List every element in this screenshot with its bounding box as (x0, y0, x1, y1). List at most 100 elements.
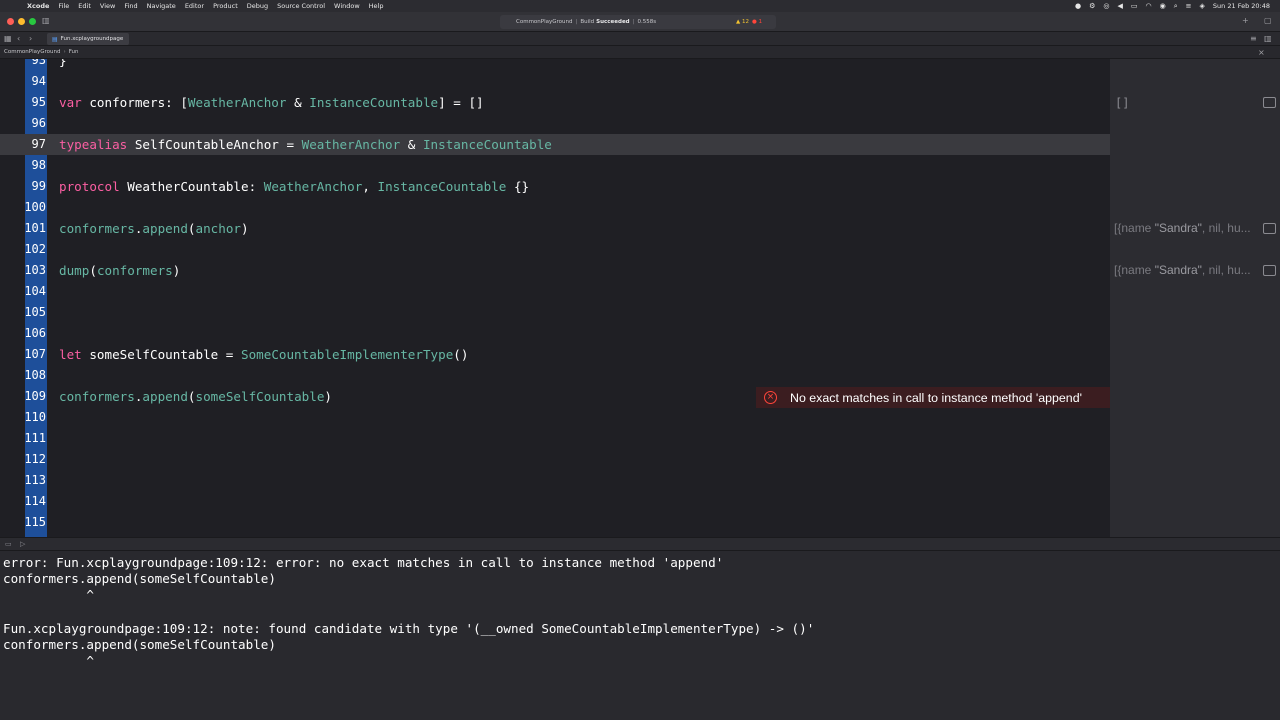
menu-editor[interactable]: Editor (185, 2, 204, 10)
tab-label: Fun.xcplaygroundpage (60, 36, 124, 42)
console-line: conformers.append(someSelfCountable) (3, 637, 276, 652)
split-editor-icon[interactable]: ▥ (1264, 34, 1272, 43)
user-icon[interactable]: ◉ (1160, 2, 1166, 10)
error-badge[interactable]: ● 1 (752, 19, 762, 25)
playground-file-icon: ▤ (52, 35, 58, 43)
at-icon[interactable]: ◎ (1103, 2, 1109, 10)
code-line: 104 (24, 284, 46, 298)
siri-icon[interactable]: ◈ (1200, 2, 1205, 10)
close-window-button[interactable] (7, 18, 14, 25)
code-line: 102 (24, 242, 46, 256)
code-line: 95 var conformers: [WeatherAnchor & Inst… (0, 92, 1110, 113)
menu-help[interactable]: Help (369, 2, 384, 10)
volume-icon[interactable]: ◀ (1118, 2, 1123, 10)
console-line: ^ (3, 587, 94, 602)
error-count: 1 (758, 19, 763, 25)
menubar-clock[interactable]: Sun 21 Feb 20:48 (1213, 2, 1270, 10)
menu-app[interactable]: Xcode (27, 2, 49, 10)
code-text: let someSelfCountable = SomeCountableImp… (59, 347, 469, 362)
wifi-icon[interactable]: ◠ (1146, 2, 1152, 10)
run-icon[interactable]: ▷ (20, 540, 25, 548)
code-line-current: 97 typealias SelfCountableAnchor = Weath… (0, 134, 1110, 155)
menu-edit[interactable]: Edit (78, 2, 91, 10)
hide-console-icon[interactable]: ▭ (5, 540, 12, 548)
result-line-101[interactable]: [{name "Sandra", nil, hu... (1114, 221, 1251, 235)
jump-bar: CommonPlayGround › Fun × (0, 46, 1280, 59)
settings-icon[interactable]: ⚙ (1089, 2, 1095, 10)
menu-view[interactable]: View (100, 2, 115, 10)
console-output[interactable]: error: Fun.xcplaygroundpage:109:12: erro… (0, 551, 1280, 720)
search-icon[interactable]: ⌕ (1174, 2, 1178, 11)
code-line: 99 protocol WeatherCountable: WeatherAnc… (0, 176, 1110, 197)
code-line: 108 (24, 368, 46, 382)
build-status: Succeeded (596, 19, 630, 25)
code-line: 101 conformers.append(anchor) (0, 218, 1110, 239)
menu-product[interactable]: Product (213, 2, 238, 10)
inline-error-message: No exact matches in call to instance met… (790, 390, 1082, 405)
code-text: typealias SelfCountableAnchor = WeatherA… (59, 137, 552, 152)
breadcrumb-page[interactable]: Fun (69, 49, 79, 55)
menu-file[interactable]: File (58, 2, 69, 10)
code-text: conformers.append(anchor) (59, 221, 249, 236)
menu-bar: Xcode File Edit View Find Navigate Edito… (0, 0, 1280, 12)
code-text: protocol WeatherCountable: WeatherAnchor… (59, 179, 530, 194)
menu-window[interactable]: Window (334, 2, 360, 10)
code-line: 112 (24, 452, 46, 466)
code-line: 107 let someSelfCountable = SomeCountabl… (0, 344, 1110, 365)
debug-bar: ▭ ▷ (0, 537, 1280, 551)
minimize-window-button[interactable] (18, 18, 25, 25)
plus-icon[interactable]: + (1242, 16, 1249, 25)
console-line: error: Fun.xcplaygroundpage:109:12: erro… (3, 555, 724, 570)
tab-fun-playground[interactable]: ▤ Fun.xcplaygroundpage (47, 33, 129, 45)
inline-error-banner[interactable]: × No exact matches in call to instance m… (756, 387, 1110, 408)
project-name: CommonPlayGround (516, 19, 573, 25)
battery-icon[interactable]: ▭ (1131, 2, 1138, 10)
activity-viewer[interactable]: CommonPlayGround | Build Succeeded | 0.5… (500, 15, 776, 29)
warning-badge[interactable]: ▲ 12 (736, 19, 749, 25)
result-empty-array: [] (1115, 96, 1130, 110)
menu-debug[interactable]: Debug (247, 2, 268, 10)
sidebar-icon[interactable]: ▥ (42, 16, 50, 25)
source-editor[interactable]: 93 } 94 95 var conformers: [WeatherAncho… (0, 59, 1110, 537)
xcode-window: Xcode File Edit View Find Navigate Edito… (0, 0, 1280, 720)
menu-source-control[interactable]: Source Control (277, 2, 325, 10)
code-line: 105 (24, 305, 46, 319)
code-line: 114 (24, 494, 46, 508)
console-line: ^ (3, 653, 94, 668)
menu-navigate[interactable]: Navigate (147, 2, 176, 10)
warning-count: 12 (741, 19, 749, 25)
quicklook-icon[interactable] (1263, 223, 1276, 234)
status-area: ● ⚙ ◎ ◀ ▭ ◠ ◉ ⌕ ≡ ◈ Sun 21 Feb 20:48 (1075, 0, 1270, 12)
tab-bar: ▦ ‹ › ▤ Fun.xcplaygroundpage ≡ ▥ (0, 32, 1280, 46)
code-line: 111 (24, 431, 46, 445)
result-line-103[interactable]: [{name "Sandra", nil, hu... (1114, 263, 1251, 277)
breadcrumb-project[interactable]: CommonPlayGround (4, 49, 60, 55)
code-line: 103 dump(conformers) (0, 260, 1110, 281)
record-icon[interactable]: ● (1075, 2, 1081, 10)
code-text: dump(conformers) (59, 263, 181, 278)
close-icon[interactable]: × (1258, 48, 1265, 57)
traffic-lights (7, 18, 36, 25)
error-circle-icon[interactable]: × (764, 391, 777, 404)
quicklook-icon[interactable] (1263, 265, 1276, 276)
window-toolbar: ▥ CommonPlayGround | Build Succeeded | 0… (0, 12, 1280, 32)
editor-options-icon[interactable]: ≡ (1250, 34, 1257, 43)
code-line: 106 (24, 326, 46, 340)
menu-find[interactable]: Find (124, 2, 137, 10)
zoom-window-button[interactable] (29, 18, 36, 25)
code-line: 98 (31, 158, 46, 172)
code-text: conformers.append(someSelfCountable) (59, 389, 333, 404)
build-status-prefix: Build (580, 19, 595, 25)
quicklook-icon[interactable] (1263, 97, 1276, 108)
chevron-right-icon[interactable]: › (29, 34, 32, 43)
chevron-left-icon[interactable]: ‹ (17, 34, 20, 43)
grid-icon[interactable]: ▦ (4, 34, 12, 43)
control-center-icon[interactable]: ≡ (1186, 2, 1192, 10)
code-line: 113 (24, 473, 46, 487)
library-icon[interactable]: ▢ (1264, 16, 1272, 25)
console-line: Fun.xcplaygroundpage:109:12: note: found… (3, 621, 815, 636)
code-line: 110 (24, 410, 46, 424)
build-time: 0.558s (637, 19, 657, 25)
code-text: var conformers: [WeatherAnchor & Instanc… (59, 95, 484, 110)
code-line: 94 (31, 74, 46, 88)
